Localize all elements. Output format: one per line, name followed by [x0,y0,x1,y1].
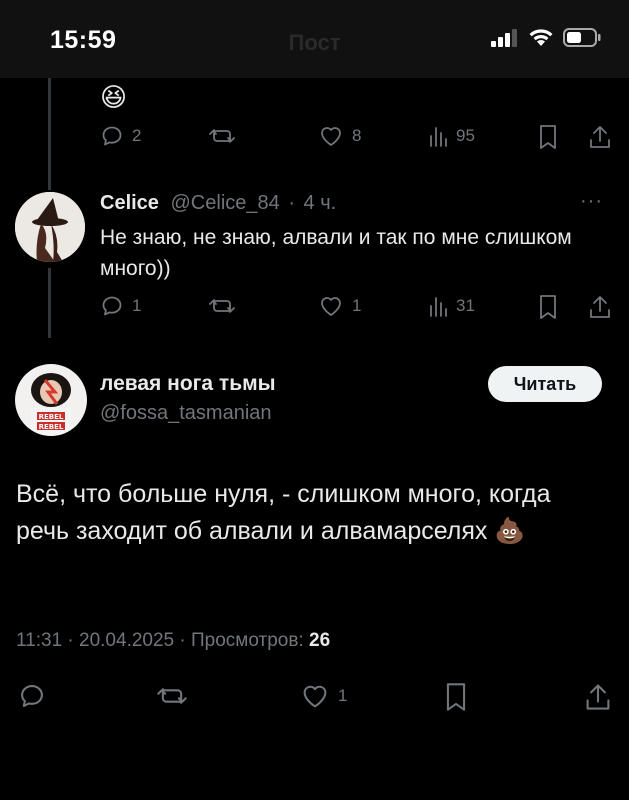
views-icon [430,127,447,147]
bookmark-icon [540,295,556,319]
reply-button[interactable] [18,682,46,710]
author-handle[interactable]: @fossa_tasmanian [100,402,272,425]
author-name[interactable]: левая нога тьмы [100,372,276,396]
like-button[interactable]: 1 [300,682,347,710]
bookmark-button[interactable] [538,294,558,320]
reply-count: 2 [132,126,142,145]
signal-icon [491,28,517,47]
reply-button[interactable]: 1 [100,294,141,318]
share-button[interactable] [584,682,612,712]
like-icon [321,297,341,316]
main-tweet-actions: 1 [18,682,614,714]
bookmark-button[interactable] [538,124,558,150]
status-bar: 15:59 Пост [0,0,629,78]
reply-icon [102,126,122,146]
retweet-icon [209,129,235,143]
like-icon [321,127,341,146]
like-icon [303,685,327,708]
reply-icon [21,685,43,707]
views-count: 31 [456,296,475,315]
reply-count: 1 [132,296,142,315]
like-button[interactable]: 1 [318,294,361,318]
like-count: 1 [352,296,362,315]
share-icon [590,296,610,318]
reply-icon [102,296,122,316]
thread-line [48,78,51,190]
retweet-button[interactable] [208,124,236,148]
tweet-meta: 11:31 · 20.04.2025 · Просмотров: 26 [16,630,330,652]
share-icon [590,126,610,148]
prev-tweet-actions: 2 8 95 [100,124,612,152]
reply-text: Не знаю, не знаю, алвали и так по мне сл… [100,226,572,280]
retweet-button[interactable] [208,294,236,318]
svg-text:REBEL: REBEL [39,423,64,431]
like-count: 8 [352,126,362,145]
retweet-icon [209,299,235,313]
reply-actions: 1 1 31 [100,294,612,322]
author-name[interactable]: Celice [100,192,159,214]
views-icon [430,297,447,317]
like-button[interactable]: 8 [318,124,361,148]
retweet-icon [157,688,187,704]
tweet-text: Всё, что больше нуля, - слишком много, к… [16,480,551,545]
separator: · [288,192,295,214]
share-button[interactable] [588,124,612,150]
timestamp[interactable]: 4 ч. [304,192,337,214]
thread-line [48,268,51,338]
avatar[interactable]: REBEL REBEL [15,364,87,436]
author-handle[interactable]: @Celice_84 [171,192,280,214]
more-options-button[interactable]: ··· [580,190,603,213]
avatar[interactable] [15,192,85,262]
share-icon [586,684,610,710]
wifi-icon [529,29,553,46]
views-button[interactable]: 31 [428,294,475,318]
prev-tweet-emoji: 😆 [100,82,128,112]
tweet-timestamp: 11:31 · 20.04.2025 · Просмотров: [16,630,309,651]
reply-header: Celice @Celice_84 · 4 ч. [100,192,336,215]
share-button[interactable] [588,294,612,320]
views-count: 95 [456,126,475,145]
battery-icon [563,28,601,47]
retweet-button[interactable] [156,682,188,710]
bookmark-icon [446,683,466,711]
svg-text:REBEL: REBEL [39,413,64,421]
reply-button[interactable]: 2 [100,124,141,148]
status-icons [491,28,601,47]
views-count: 26 [309,630,331,651]
views-button[interactable]: 95 [428,124,475,148]
follow-button[interactable]: Читать [488,366,602,402]
like-count: 1 [338,686,348,705]
bookmark-icon [540,125,556,149]
bookmark-button[interactable] [444,682,468,712]
